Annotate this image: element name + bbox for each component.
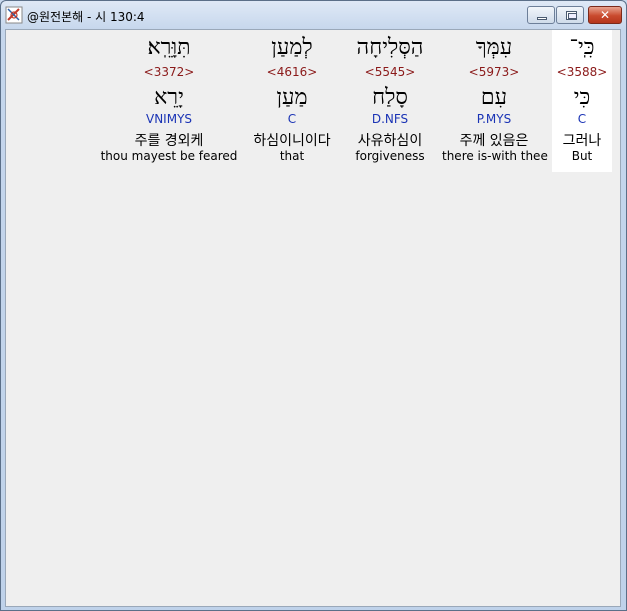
word-column-2[interactable]: הַסְּלִיחָה <5545> סָלַח D.NFS 사유하심이 for… (344, 30, 436, 172)
strong-number[interactable]: <3372> (100, 65, 238, 79)
word-column-1[interactable]: עִמְּךָ <5973> עִם P.MYS 주께 있음은 there is… (442, 30, 548, 172)
word-column-0[interactable]: כִּֽי־ <3588> כִּי C 그러나 But (552, 30, 612, 172)
maximize-icon (566, 11, 577, 20)
english-gloss: forgiveness (355, 149, 425, 163)
korean-gloss: 사유하심이 (357, 133, 423, 149)
morphology-code: VNIMYS (145, 112, 193, 126)
hebrew-word: עִמְּךָ (475, 35, 513, 60)
strong-number[interactable]: <4616> (244, 65, 340, 79)
close-icon: ✕ (599, 8, 611, 22)
hebrew-root: יָרֵא (154, 85, 184, 110)
hebrew-root: עִם (480, 85, 508, 110)
korean-gloss: 주께 있음은 (459, 133, 529, 149)
morphology-code: C (577, 112, 587, 126)
morphology-code: D.NFS (371, 112, 409, 126)
application-window: @원전본해 - 시 130:4 ✕ כִּֽי־ <3588> כִּי C 그… (0, 0, 627, 611)
minimize-button[interactable] (527, 6, 555, 24)
interlinear-panel: כִּֽי־ <3588> כִּי C 그러나 But עִמְּךָ <59… (5, 29, 621, 607)
english-gloss: there is-with thee (442, 149, 548, 163)
hebrew-word: לְמַעַן (271, 35, 313, 60)
word-column-4[interactable]: תִּוָּרֵֽא׃ <3372> יָרֵא VNIMYS 주를 경외케 t… (100, 30, 238, 172)
strong-number[interactable]: <5973> (442, 65, 546, 79)
maximize-button[interactable] (556, 6, 584, 24)
window-title: @원전본해 - 시 130:4 (27, 10, 145, 24)
hebrew-root: כִּי (573, 85, 591, 110)
korean-gloss: 하심이니이다 (253, 133, 331, 149)
title-bar[interactable]: @원전본해 - 시 130:4 ✕ (1, 1, 626, 29)
bible-app-icon (5, 6, 23, 24)
korean-gloss: 그러나 (562, 133, 602, 149)
hebrew-word: כִּֽי־ (569, 35, 595, 60)
word-column-3[interactable]: לְמַעַן <4616> מַעַן C 하심이니이다 that (244, 30, 340, 172)
hebrew-word: הַסְּלִיחָה (356, 35, 424, 60)
minimize-icon (537, 17, 547, 20)
close-button[interactable]: ✕ (588, 6, 622, 24)
hebrew-root: מַעַן (276, 85, 308, 110)
hebrew-word: תִּוָּרֵֽא׃ (147, 35, 191, 60)
hebrew-root: סָלַח (372, 85, 408, 110)
morphology-code: P.MYS (476, 112, 512, 126)
morphology-code: C (287, 112, 297, 126)
english-gloss: thou mayest be feared (100, 149, 238, 163)
english-gloss: that (279, 149, 305, 163)
korean-gloss: 주를 경외케 (134, 133, 204, 149)
strong-number[interactable]: <3588> (552, 65, 612, 79)
english-gloss: But (571, 149, 593, 163)
strong-number[interactable]: <5545> (344, 65, 436, 79)
